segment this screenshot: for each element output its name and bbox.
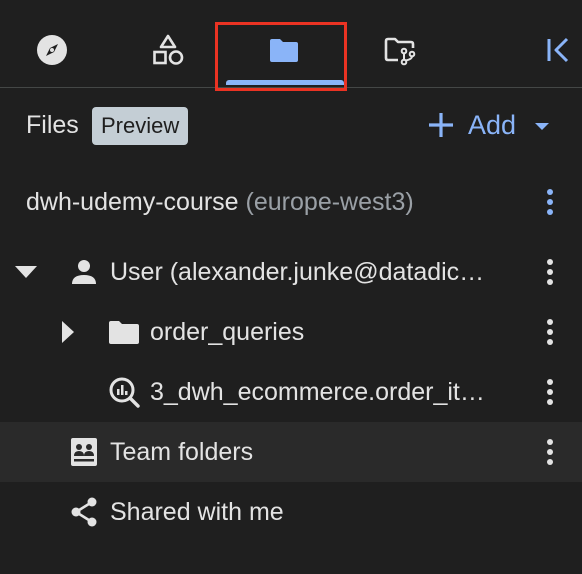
tree-item-user[interactable]: User (alexander.junke@datadic… xyxy=(0,242,582,302)
shapes-icon xyxy=(151,33,185,67)
tab-assets[interactable] xyxy=(138,20,198,80)
preview-badge: Preview xyxy=(92,107,189,145)
more-vert-icon xyxy=(547,319,553,345)
tree-item-label: 3_dwh_ecommerce.order_it… xyxy=(150,378,485,406)
person-icon xyxy=(66,254,102,290)
query-more-button[interactable] xyxy=(536,374,564,410)
tab-bar xyxy=(0,0,582,88)
team-folder-icon xyxy=(66,434,102,470)
add-label: Add xyxy=(468,109,517,140)
project-more-button[interactable] xyxy=(536,184,564,220)
more-vert-icon xyxy=(547,259,553,285)
plus-icon xyxy=(424,108,458,142)
folder-icon xyxy=(106,314,142,350)
query-analytics-icon xyxy=(106,374,142,410)
tree-item-label: Shared with me xyxy=(110,498,284,526)
tree-item-label: Team folders xyxy=(110,438,254,466)
project-id: dwh-udemy-course xyxy=(26,187,239,216)
user-more-button[interactable] xyxy=(536,254,564,290)
tree-item-shared[interactable]: Shared with me xyxy=(0,482,582,542)
tree-item-team-folders[interactable]: Team folders xyxy=(0,422,582,482)
share-icon xyxy=(66,494,102,530)
expand-toggle-user[interactable] xyxy=(8,254,44,290)
active-tab-indicator xyxy=(226,80,344,85)
tab-repositories[interactable] xyxy=(370,20,430,80)
tree-item-label: User (alexander.junke@datadic… xyxy=(110,258,485,286)
team-more-button[interactable] xyxy=(536,434,564,470)
tree-item-query[interactable]: 3_dwh_ecommerce.order_it… xyxy=(0,362,582,422)
collapse-panel-icon xyxy=(541,33,575,67)
tab-explorer[interactable] xyxy=(22,20,82,80)
more-vert-icon xyxy=(547,189,553,215)
collapse-panel-button[interactable] xyxy=(528,20,582,80)
project-region: (europe-west3) xyxy=(245,187,414,216)
more-vert-icon xyxy=(547,439,553,465)
add-button[interactable]: Add xyxy=(424,104,564,146)
expand-toggle-folder[interactable] xyxy=(50,314,86,350)
more-vert-icon xyxy=(547,379,553,405)
panel-title: Files xyxy=(26,111,79,139)
tree-item-folder[interactable]: order_queries xyxy=(0,302,582,362)
folder-icon xyxy=(267,33,301,67)
compass-icon xyxy=(35,33,69,67)
folder-branch-icon xyxy=(383,33,417,67)
caret-down-icon xyxy=(15,266,37,278)
files-panel: Files Preview Add dwh-udemy-course (euro… xyxy=(0,0,582,574)
tab-files[interactable] xyxy=(254,20,314,80)
chevron-down-icon xyxy=(532,110,552,141)
project-name: dwh-udemy-course (europe-west3) xyxy=(26,188,414,217)
folder-more-button[interactable] xyxy=(536,314,564,350)
caret-right-icon xyxy=(62,321,74,343)
project-row[interactable]: dwh-udemy-course (europe-west3) xyxy=(0,172,582,232)
tree-item-label: order_queries xyxy=(150,318,305,346)
